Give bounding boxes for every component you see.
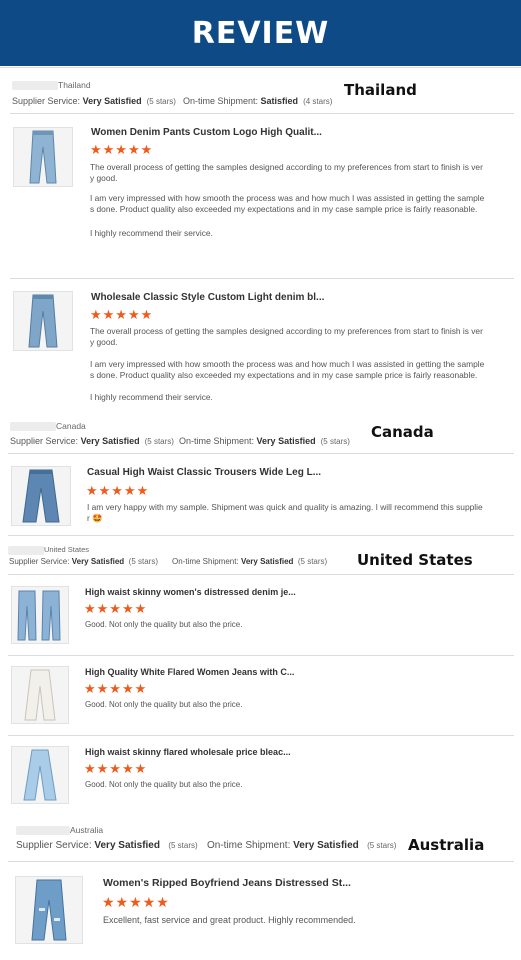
product-title[interactable]: Casual High Waist Classic Trousers Wide … — [87, 467, 321, 478]
jeans-icon — [31, 879, 67, 941]
supplier-service-rating: Supplier Service: Very Satisfied (5 star… — [16, 840, 198, 851]
blurred-name — [12, 81, 58, 91]
reviewer-location: United States — [8, 545, 89, 555]
product-title[interactable]: Wholesale Classic Style Custom Light den… — [91, 292, 324, 303]
review-paragraph: Excellent, fast service and great produc… — [103, 915, 356, 925]
product-thumbnail[interactable] — [11, 586, 69, 644]
review-banner: REVIEW — [0, 0, 521, 66]
review-paragraph: I highly recommend their service. — [90, 392, 213, 402]
blurred-name — [8, 545, 44, 555]
review-paragraph: I am very impressed with how smooth the … — [90, 193, 485, 214]
country-tag: Australia — [408, 836, 485, 854]
shipment-rating: On-time Shipment: Very Satisfied (5 star… — [207, 840, 397, 851]
product-title[interactable]: Women Denim Pants Custom Logo High Quali… — [91, 127, 322, 138]
jeans-icon — [24, 669, 56, 721]
review-paragraph: Good. Not only the quality but also the … — [85, 700, 243, 709]
star-rating: ★★★★★ — [90, 307, 154, 322]
product-title[interactable]: High waist skinny women's distressed den… — [85, 587, 296, 597]
shipment-rating: On-time Shipment: Very Satisfied (5 star… — [172, 557, 328, 566]
product-title[interactable]: Women's Ripped Boyfriend Jeans Distresse… — [103, 877, 351, 889]
supplier-service-rating: Supplier Service: Very Satisfied (5 star… — [12, 96, 176, 106]
divider — [10, 113, 514, 114]
country-tag: United States — [357, 551, 473, 569]
reviewer-location: Australia — [16, 825, 103, 836]
divider — [8, 453, 514, 454]
jeans-icon — [28, 294, 58, 348]
star-rating: ★★★★★ — [84, 601, 148, 616]
supplier-service-rating: Supplier Service: Very Satisfied (5 star… — [10, 436, 174, 446]
divider — [0, 67, 521, 68]
reviewer-location: Canada — [10, 421, 86, 432]
blurred-name — [10, 422, 56, 432]
product-thumbnail[interactable] — [11, 466, 71, 526]
country-tag: Canada — [371, 423, 434, 441]
review-paragraph: I am very impressed with how smooth the … — [90, 359, 485, 380]
product-title[interactable]: High waist skinny flared wholesale price… — [85, 747, 291, 757]
divider — [8, 574, 514, 575]
shipment-rating: On-time Shipment: Satisfied (4 stars) — [183, 96, 333, 106]
star-rating: ★★★★★ — [86, 483, 150, 498]
review-paragraph: I highly recommend their service. — [90, 228, 213, 238]
star-rating: ★★★★★ — [84, 681, 148, 696]
product-title[interactable]: High Quality White Flared Women Jeans wi… — [85, 667, 294, 677]
jeans-icon — [22, 469, 60, 523]
review-paragraph: I am very happy with my sample. Shipment… — [87, 502, 483, 523]
star-rating: ★★★★★ — [84, 761, 148, 776]
star-rating: ★★★★★ — [102, 894, 170, 910]
review-paragraph: The overall process of getting the sampl… — [90, 326, 483, 347]
divider — [8, 535, 514, 536]
star-rating: ★★★★★ — [90, 142, 154, 157]
banner-title: REVIEW — [191, 15, 330, 51]
jeans-icon — [29, 130, 57, 184]
jeans-icon — [17, 590, 61, 641]
country-tag: Thailand — [344, 81, 417, 99]
review-paragraph: Good. Not only the quality but also the … — [85, 780, 243, 789]
product-thumbnail[interactable] — [11, 746, 69, 804]
blurred-name — [16, 826, 70, 836]
product-thumbnail[interactable] — [11, 666, 69, 724]
jeans-icon — [23, 749, 57, 801]
divider — [8, 655, 514, 656]
product-thumbnail[interactable] — [13, 291, 73, 351]
divider — [8, 861, 514, 862]
shipment-rating: On-time Shipment: Very Satisfied (5 star… — [179, 436, 350, 446]
review-paragraph: The overall process of getting the sampl… — [90, 162, 483, 183]
product-thumbnail[interactable] — [13, 127, 73, 187]
divider — [10, 278, 514, 279]
product-thumbnail[interactable] — [15, 876, 83, 944]
divider — [8, 735, 514, 736]
review-paragraph: Good. Not only the quality but also the … — [85, 620, 243, 629]
supplier-service-rating: Supplier Service: Very Satisfied (5 star… — [9, 557, 158, 566]
reviewer-location: Thailand — [12, 80, 91, 91]
